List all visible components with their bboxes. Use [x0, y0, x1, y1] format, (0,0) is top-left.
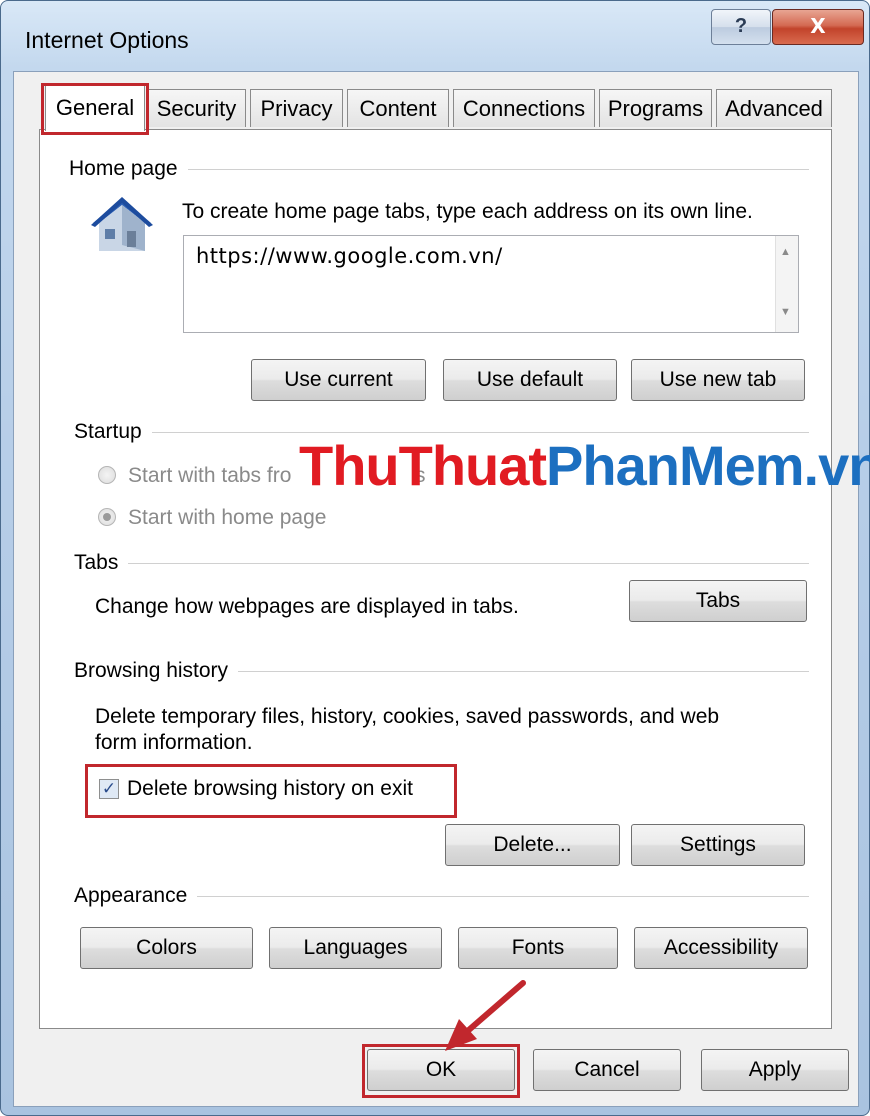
scroll-down-icon[interactable]: ▼ [780, 306, 791, 318]
delete-button[interactable]: Delete... [445, 824, 620, 866]
tabs-divider [75, 563, 809, 564]
title-bar[interactable]: Internet Options ? X [1, 1, 869, 73]
history-settings-button[interactable]: Settings [631, 824, 805, 866]
checkbox-highlight [85, 764, 457, 818]
general-tab-highlight [41, 83, 149, 135]
apply-button[interactable]: Apply [701, 1049, 849, 1091]
home-page-instruction: To create home page tabs, type each addr… [182, 200, 753, 223]
window-title: Internet Options [25, 27, 189, 53]
startup-label: Startup [74, 420, 152, 444]
home-page-url-value: https://www.google.com.vn/ [196, 244, 503, 268]
help-button[interactable]: ? [711, 9, 771, 45]
fonts-button[interactable]: Fonts [458, 927, 618, 969]
tab-content[interactable]: Content [347, 89, 449, 127]
watermark-part-thuthuat: ThuThuat [299, 434, 547, 497]
tabs-button[interactable]: Tabs [629, 580, 807, 622]
watermark-part-phanmem: PhanMem [546, 434, 804, 497]
watermark-logo: ThuThuatPhanMem.vn [299, 433, 870, 498]
scroll-up-icon[interactable]: ▲ [780, 246, 791, 258]
cancel-button[interactable]: Cancel [533, 1049, 681, 1091]
watermark-part-vn: .vn [803, 434, 870, 497]
internet-options-window: Internet Options ? X General Security Pr… [0, 0, 870, 1116]
tab-privacy[interactable]: Privacy [250, 89, 343, 127]
use-default-button[interactable]: Use default [443, 359, 617, 401]
tab-advanced[interactable]: Advanced [716, 89, 832, 127]
home-page-label: Home page [69, 157, 188, 181]
close-button[interactable]: X [772, 9, 864, 45]
browsing-history-description-1: Delete temporary files, history, cookies… [95, 705, 720, 728]
start-with-home-page-radio[interactable] [98, 508, 116, 526]
textarea-scrollbar[interactable]: ▲ ▼ [775, 236, 798, 332]
colors-button[interactable]: Colors [80, 927, 253, 969]
browsing-history-description-2: form information. [95, 731, 253, 754]
home-page-url-textarea[interactable]: https://www.google.com.vn/ ▲ ▼ [183, 235, 799, 333]
use-current-button[interactable]: Use current [251, 359, 426, 401]
home-icon [91, 197, 153, 251]
tabs-group-label: Tabs [74, 551, 129, 575]
browsing-history-label: Browsing history [74, 659, 239, 683]
start-with-tabs-label: Start with tabs fro [128, 464, 292, 487]
start-with-tabs-radio[interactable] [98, 466, 116, 484]
pointer-arrow-icon [445, 980, 526, 1051]
languages-button[interactable]: Languages [269, 927, 442, 969]
appearance-label: Appearance [74, 884, 198, 908]
use-new-tab-button[interactable]: Use new tab [631, 359, 805, 401]
tab-security[interactable]: Security [147, 89, 246, 127]
tab-programs[interactable]: Programs [599, 89, 712, 127]
tab-connections[interactable]: Connections [453, 89, 595, 127]
start-with-home-page-label: Start with home page [128, 506, 327, 529]
tabs-description: Change how webpages are displayed in tab… [95, 595, 519, 618]
accessibility-button[interactable]: Accessibility [634, 927, 808, 969]
